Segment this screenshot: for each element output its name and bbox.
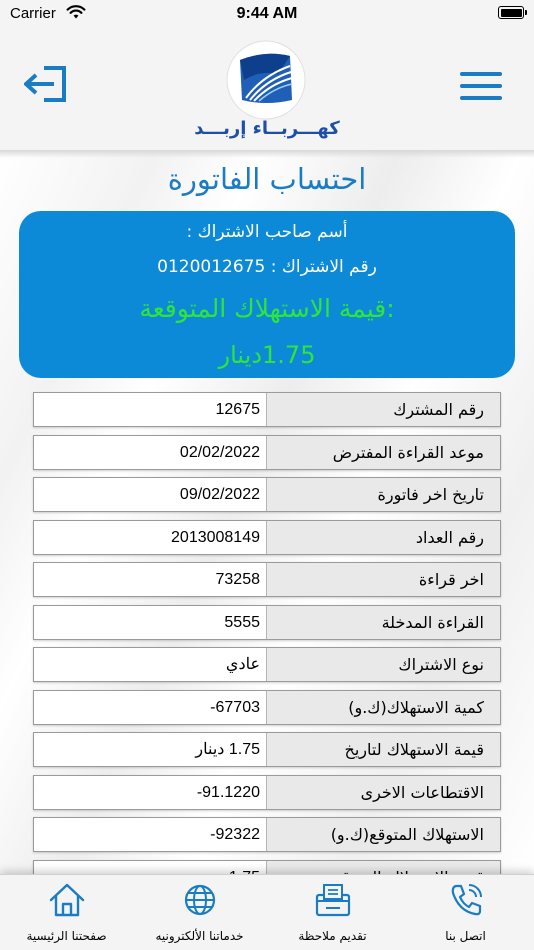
header-shadow — [0, 150, 534, 158]
feedback-icon — [315, 884, 351, 917]
tab-label: اتصل بنا — [445, 929, 486, 943]
detail-row: 12675 رقم المشترك — [33, 392, 501, 427]
menu-button[interactable] — [460, 72, 502, 104]
battery-icon — [498, 6, 527, 19]
row-label: كمية الاستهلاك(ك.و) — [266, 690, 500, 724]
detail-row: 09/02/2022 تاريخ اخر فاتورة — [33, 477, 501, 512]
company-name: كهـــربــاء إربـــد — [194, 118, 340, 139]
app-header: كهـــربــاء إربـــد — [0, 30, 534, 150]
detail-row: عادي نوع الاشتراك — [33, 647, 501, 682]
row-value: 12675 — [215, 401, 261, 418]
row-label: رقم العداد — [266, 520, 500, 554]
row-value: 09/02/2022 — [179, 486, 260, 503]
detail-row: -67703 كمية الاستهلاك(ك.و) — [33, 689, 501, 725]
detail-row: 5555 القراءة المدخلة — [33, 604, 501, 640]
clock: 9:44 AM — [236, 5, 298, 22]
globe-icon — [184, 884, 216, 916]
detail-row: 73258 اخر قراءة — [33, 562, 501, 597]
company-logo — [226, 40, 306, 120]
phone-icon — [451, 884, 482, 916]
tab-label: تقديم ملاحظة — [298, 929, 367, 943]
row-label: نوع الاشتراك — [266, 648, 500, 681]
expected-consumption-label: :قيمة الاستهلاك المتوقعة — [139, 294, 395, 323]
summary-card: أسم صاحب الاشتراك : رقم الاشتراك : 01200… — [19, 211, 515, 378]
menu-bar — [460, 84, 502, 88]
detail-row: 2013008149 رقم العداد — [33, 519, 501, 555]
tab-contact[interactable]: اتصل بنا — [399, 875, 532, 950]
row-value: 2013008149 — [171, 528, 260, 546]
row-value: 1.75 دينار — [195, 741, 260, 758]
row-label: الاقتطاعات الاخرى — [266, 775, 500, 809]
subscription-number-label: رقم الاشتراك : 0120012675 — [157, 257, 377, 277]
row-value: 02/02/2022 — [179, 443, 260, 461]
page-title: احتساب الفاتورة — [167, 162, 367, 196]
row-label: اخر قراءة — [266, 563, 500, 596]
expected-amount: 1.75دينار — [218, 341, 316, 369]
row-label: قيمة الاستهلاك لتاريخ — [266, 733, 500, 766]
tab-home[interactable]: صفحتنا الرئيسية — [0, 875, 133, 950]
row-label: الاستهلاك المتوقع(ك.و) — [266, 818, 500, 851]
tab-feedback[interactable]: تقديم ملاحظة — [266, 875, 399, 950]
status-bar: Carrier 9:44 AM — [0, 0, 534, 30]
tab-e-services[interactable]: خدماتنا الألكترونيه — [133, 875, 266, 950]
row-value: عادي — [225, 656, 260, 673]
row-value: 5555 — [224, 613, 260, 631]
tab-label: صفحتنا الرئيسية — [26, 929, 107, 943]
row-value: -67703 — [210, 698, 260, 716]
detail-row: -92322 الاستهلاك المتوقع(ك.و) — [33, 817, 501, 852]
home-icon — [49, 883, 85, 917]
detail-row: 02/02/2022 موعد القراءة المفترض — [33, 434, 501, 470]
row-label: رقم المشترك — [266, 393, 500, 426]
tab-label: خدماتنا الألكترونيه — [155, 929, 244, 943]
row-value: -92322 — [210, 826, 260, 843]
row-label: موعد القراءة المفترض — [266, 435, 500, 469]
row-label: تاريخ اخر فاتورة — [266, 478, 500, 511]
owner-name-label: أسم صاحب الاشتراك : — [186, 222, 348, 242]
logout-icon[interactable] — [24, 64, 70, 104]
detail-row: 1.75 دينار قيمة الاستهلاك لتاريخ — [33, 732, 501, 767]
menu-bar — [460, 96, 502, 100]
bottom-tab-bar: صفحتنا الرئيسية خدماتنا الألكترونيه تقدي… — [0, 874, 534, 950]
detail-row: -91.1220 الاقتطاعات الاخرى — [33, 774, 501, 810]
row-value: -91.1220 — [196, 783, 260, 801]
menu-bar — [460, 72, 502, 76]
row-label: القراءة المدخلة — [266, 605, 500, 639]
row-value: 73258 — [215, 571, 261, 588]
